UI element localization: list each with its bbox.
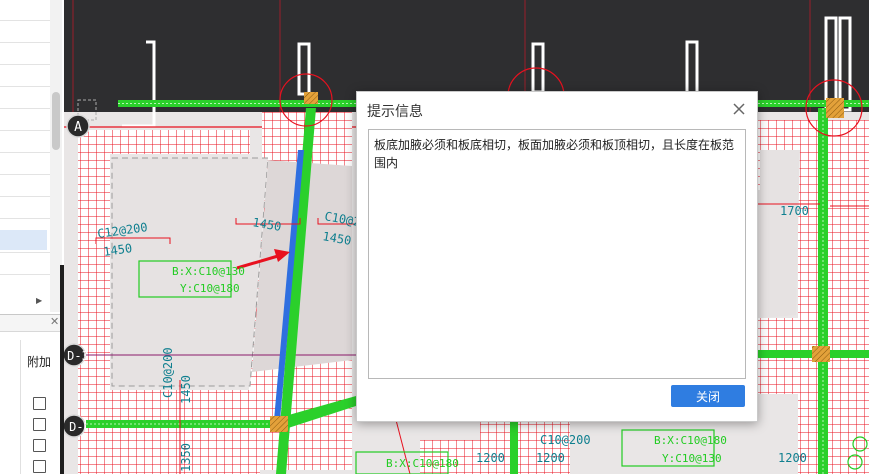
panel-row[interactable]	[0, 196, 50, 197]
panel-row[interactable]	[0, 108, 50, 109]
annotation-vert-len: 1450	[179, 375, 193, 404]
sub-panel-close-icon[interactable]: ✕	[50, 315, 59, 328]
dialog-message: 板底加腋必须和板底相切，板面加腋必须和板顶相切，且长度在板范围内	[374, 138, 735, 170]
attach-checkbox[interactable]	[33, 397, 46, 410]
info-dialog: 提示信息 板底加腋必须和板底相切，板面加腋必须和板顶相切，且长度在板范围内 关闭	[356, 91, 758, 422]
panel-row-selected[interactable]	[0, 230, 47, 250]
panel-row[interactable]	[0, 218, 50, 219]
axis-label-a: A	[74, 120, 82, 135]
panel-row[interactable]	[0, 86, 50, 87]
panel-row[interactable]	[0, 42, 50, 43]
annotation-bottom-right-len: 1200	[778, 451, 807, 465]
annotation-vert-spec: C10@200	[161, 347, 175, 398]
annotation-bottom-len2: 1200	[476, 451, 505, 465]
attach-checkbox[interactable]	[33, 460, 46, 473]
panel-row[interactable]	[0, 252, 50, 253]
attach-checkbox[interactable]	[33, 439, 46, 452]
panel-row[interactable]	[0, 274, 50, 275]
attach-checkbox[interactable]	[33, 418, 46, 431]
column-divider	[20, 340, 21, 474]
beam-vertical	[818, 108, 828, 474]
rebar-mesh	[480, 420, 570, 474]
close-icon[interactable]	[731, 101, 747, 117]
joint-hatch	[270, 416, 288, 432]
joint-hatch	[826, 98, 844, 118]
svg-text:B:X:C10@180: B:X:C10@180	[386, 457, 459, 470]
beam-vertical	[510, 420, 518, 474]
annotation-right-len: 1700	[780, 204, 809, 218]
panel-row[interactable]	[0, 152, 50, 153]
close-button[interactable]: 关闭	[671, 385, 745, 407]
axis-marker-a: A	[66, 114, 90, 138]
panel-scrollbar-thumb[interactable]	[52, 92, 60, 150]
dialog-message-area[interactable]: 板底加腋必须和板底相切，板面加腋必须和板顶相切，且长度在板范围内	[368, 129, 746, 379]
expand-arrow-icon[interactable]: ▶	[36, 296, 42, 305]
svg-text:B:X:C10@130: B:X:C10@130	[172, 265, 245, 278]
svg-text:Y:C10@130: Y:C10@130	[662, 452, 722, 465]
svg-text:B:X:C10@180: B:X:C10@180	[654, 434, 727, 447]
column-header-attach: 附加	[27, 355, 52, 369]
axis-label-d3: D-3	[67, 349, 89, 363]
joint-hatch	[812, 346, 830, 362]
dialog-title: 提示信息	[367, 104, 423, 120]
slab-region	[760, 150, 800, 318]
rebar-mesh	[110, 130, 250, 154]
panel-row[interactable]	[0, 64, 50, 65]
panel-row[interactable]	[0, 20, 50, 21]
annotation-bottom-spec: C10@200	[540, 433, 591, 447]
property-panel: ▶ ✕ 附加	[0, 0, 65, 474]
annotation-bottom-len: 1350	[179, 443, 193, 472]
panel-row[interactable]	[0, 130, 50, 131]
annotation-bottom-len3: 1200	[536, 451, 565, 465]
panel-row[interactable]	[0, 174, 50, 175]
joint-hatch	[304, 92, 318, 104]
svg-text:Y:C10@180: Y:C10@180	[180, 282, 240, 295]
